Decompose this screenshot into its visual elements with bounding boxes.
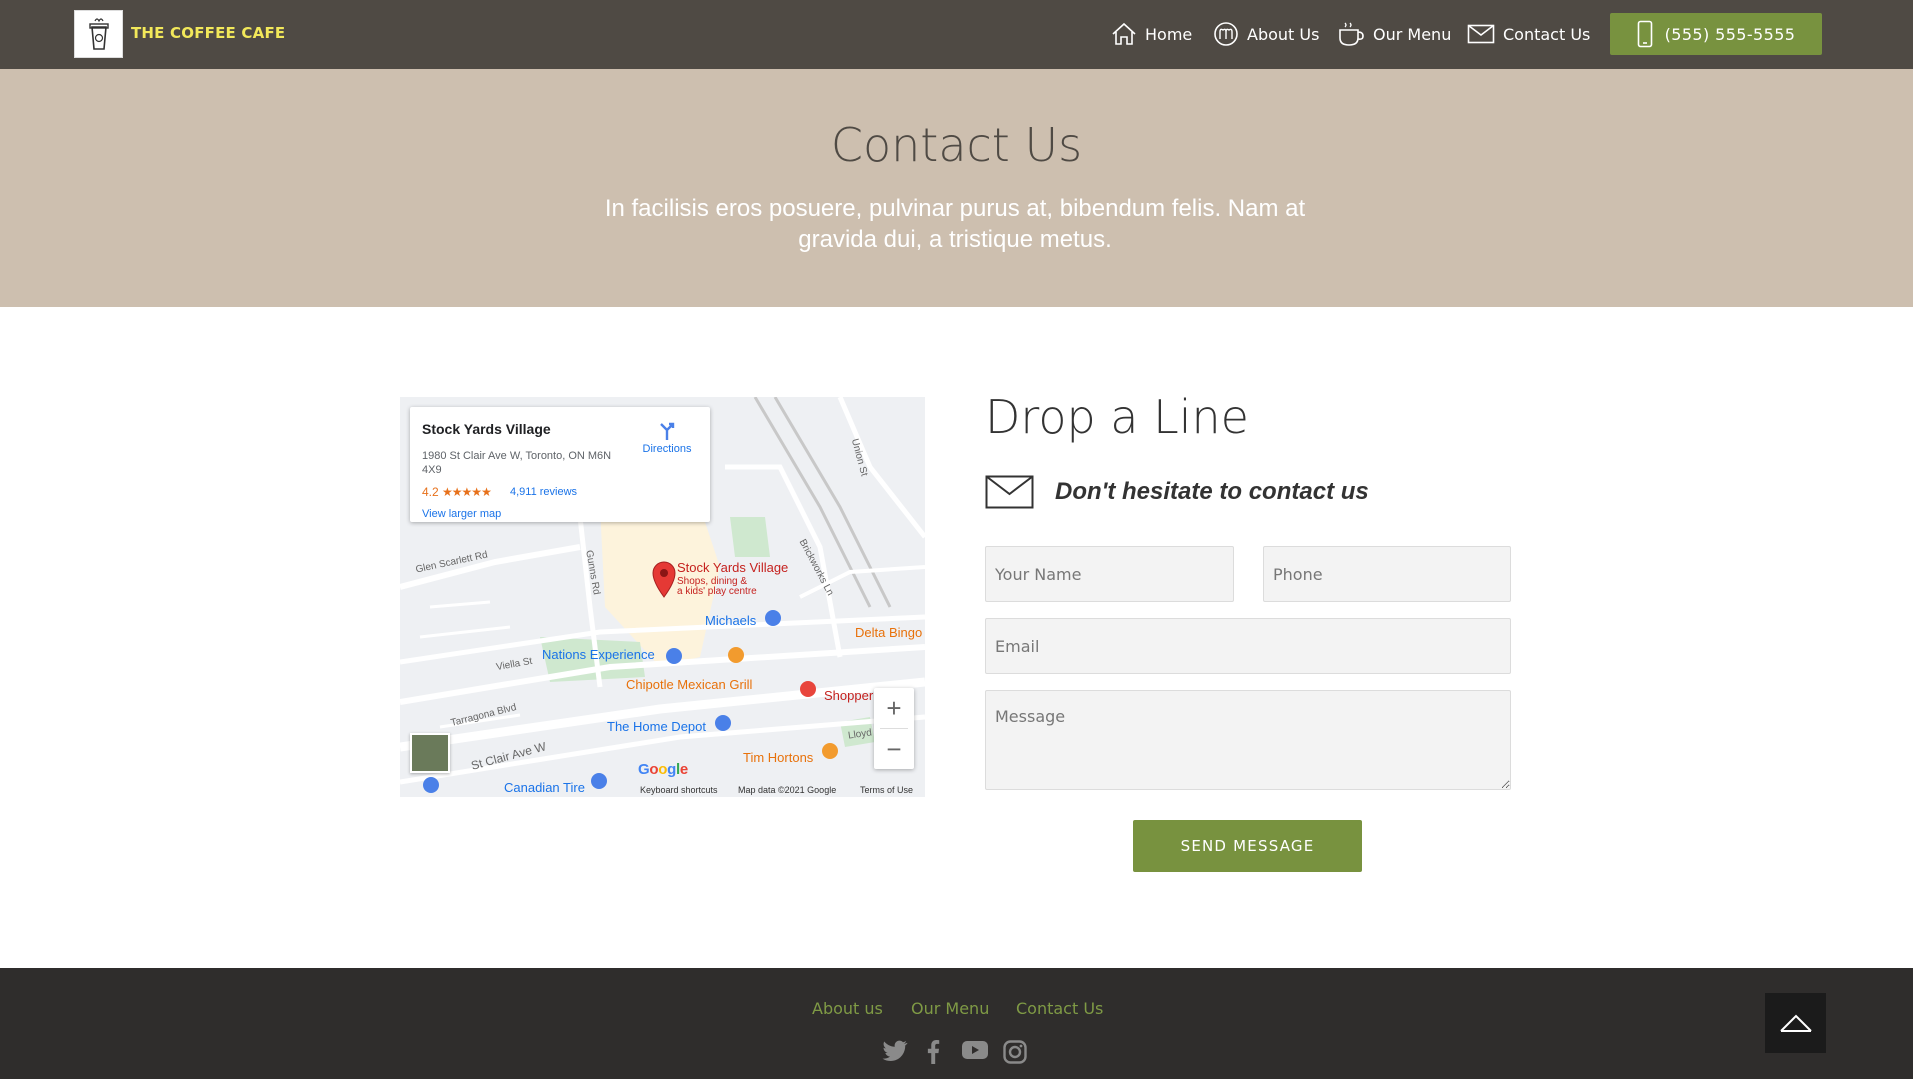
phone-number: (555) 555-5555 (1664, 24, 1796, 44)
cafe-icon (822, 743, 838, 759)
form-subtitle: Don't hesitate to contact us (1055, 478, 1369, 505)
youtube-icon[interactable] (962, 1040, 988, 1060)
google-logo: Google (638, 761, 688, 778)
phone-field[interactable] (1263, 546, 1511, 602)
about-icon (1214, 22, 1238, 46)
shopping-icon (423, 777, 439, 793)
form-title: Drop a Line (985, 390, 1249, 444)
place-canadian-tire[interactable]: Canadian Tire (504, 780, 585, 795)
place-name: Stock Yards Village (422, 421, 551, 437)
place-chipotle[interactable]: Chipotle Mexican Grill (626, 677, 752, 692)
terms-of-use-link[interactable]: Terms of Use (860, 785, 913, 795)
facebook-icon[interactable] (926, 1040, 940, 1064)
place-info-card: Stock Yards Village 1980 St Clair Ave W,… (410, 407, 710, 522)
name-field[interactable] (985, 546, 1234, 602)
coffee-logo-icon[interactable] (74, 10, 123, 58)
place-michaels[interactable]: Michaels (705, 613, 756, 628)
message-field[interactable] (985, 690, 1511, 790)
hero-subtitle: In facilisis eros posuere, pulvinar puru… (604, 195, 1306, 253)
hero-banner: Contact Us In facilisis eros posuere, pu… (0, 69, 1913, 307)
shopping-icon (666, 648, 682, 664)
shopping-icon (591, 773, 607, 789)
pin-subtitle-2: a kids' play centre (677, 586, 757, 597)
footer-link-about[interactable]: About us (812, 999, 883, 1018)
brand-name[interactable]: THE COFFEE CAFE (131, 24, 285, 42)
satellite-toggle[interactable] (410, 733, 450, 773)
nav-contact[interactable]: Contact Us (1467, 20, 1590, 48)
nav-home-label: Home (1145, 24, 1193, 44)
place-address: 1980 St Clair Ave W, Toronto, ON M6N 4X9 (422, 450, 612, 476)
mobile-phone-icon (1637, 20, 1652, 48)
place-rating: 4.2 ★★★★★ (422, 485, 492, 499)
nav-about[interactable]: About Us (1213, 20, 1319, 48)
place-shoppers[interactable]: Shopper (824, 688, 873, 703)
google-map[interactable]: Stock Yards Village 1980 St Clair Ave W,… (400, 397, 925, 797)
directions-label: Directions (642, 443, 692, 455)
envelope-icon (1467, 24, 1495, 44)
nav-menu[interactable]: Our Menu (1337, 20, 1451, 48)
keyboard-shortcuts-link[interactable]: Keyboard shortcuts (640, 785, 718, 795)
rating-stars-icon: ★★★★★ (442, 485, 492, 499)
directions-icon (660, 422, 675, 440)
coffee-cup-icon (1339, 22, 1364, 46)
shopping-icon (765, 610, 781, 626)
site-header: THE COFFEE CAFE Home About Us Our Menu C… (0, 0, 1913, 69)
map-data-text: Map data ©2021 Google (738, 785, 837, 795)
pin-title: Stock Yards Village (677, 560, 789, 575)
nav-contact-label: Contact Us (1503, 24, 1591, 44)
page-title: Contact Us (830, 118, 1083, 172)
send-message-button[interactable]: SEND MESSAGE (1133, 820, 1362, 872)
nav-menu-label: Our Menu (1373, 24, 1452, 44)
chevron-up-icon (1779, 1014, 1812, 1032)
place-home-depot[interactable]: The Home Depot (607, 719, 706, 734)
place-tim-hortons[interactable]: Tim Hortons (743, 750, 813, 765)
view-larger-map-link[interactable]: View larger map (422, 508, 501, 520)
pharmacy-icon (800, 681, 816, 697)
zoom-out-button[interactable]: − (874, 729, 914, 769)
footer-link-menu[interactable]: Our Menu (911, 999, 989, 1018)
home-icon (1112, 22, 1136, 45)
zoom-control: + − (874, 688, 914, 769)
map-pin-icon[interactable] (651, 560, 677, 598)
back-to-top-button[interactable] (1765, 993, 1826, 1053)
zoom-in-button[interactable]: + (874, 688, 914, 728)
rating-value: 4.2 (422, 485, 439, 499)
envelope-icon (985, 475, 1034, 509)
directions-button[interactable]: Directions (632, 421, 702, 455)
place-nations[interactable]: Nations Experience (542, 647, 655, 662)
instagram-icon[interactable] (1003, 1040, 1027, 1064)
reviews-link[interactable]: 4,911 reviews (510, 486, 577, 498)
footer-link-contact[interactable]: Contact Us (1016, 999, 1103, 1018)
restaurant-icon (728, 647, 744, 663)
twitter-icon[interactable] (882, 1040, 908, 1062)
site-footer: About us Our Menu Contact Us (0, 968, 1913, 1079)
nav-home[interactable]: Home (1111, 20, 1192, 48)
phone-button[interactable]: (555) 555-5555 (1610, 13, 1822, 55)
nav-about-label: About Us (1247, 24, 1320, 44)
email-field[interactable] (985, 618, 1511, 674)
shopping-icon (715, 715, 731, 731)
place-delta-bingo[interactable]: Delta Bingo (855, 625, 922, 640)
